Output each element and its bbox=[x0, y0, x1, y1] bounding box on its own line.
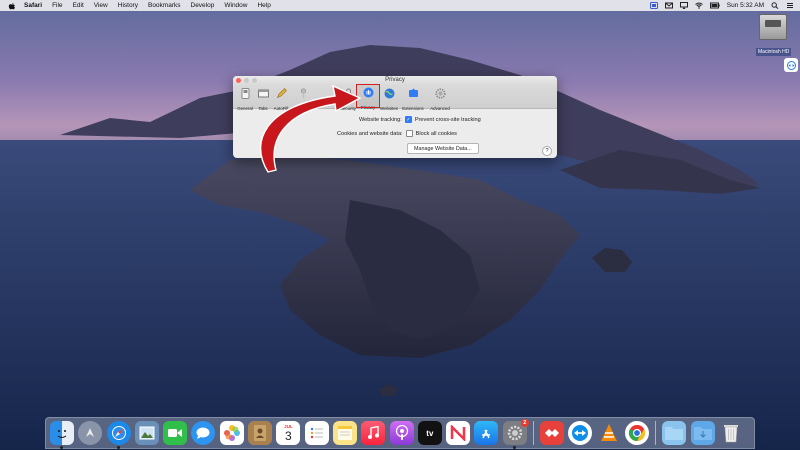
downloads-folder-icon[interactable] bbox=[690, 421, 715, 445]
mail-icon[interactable] bbox=[664, 2, 673, 9]
calendar-day: 3 bbox=[285, 429, 292, 443]
menu-help[interactable]: Help bbox=[257, 2, 270, 9]
apple-menu-icon[interactable] bbox=[8, 2, 16, 10]
preview-icon[interactable] bbox=[134, 421, 159, 445]
menu-bookmarks[interactable]: Bookmarks bbox=[148, 2, 181, 9]
tab-autofill[interactable]: AutoFill bbox=[270, 86, 292, 111]
messages-icon[interactable] bbox=[191, 421, 216, 445]
menu-view[interactable]: View bbox=[94, 2, 108, 9]
trash-icon[interactable] bbox=[719, 421, 743, 445]
menu-file[interactable]: File bbox=[52, 2, 62, 9]
photos-icon[interactable] bbox=[219, 421, 244, 445]
tab-privacy[interactable]: Privacy bbox=[356, 84, 380, 110]
tab-passwords[interactable]: Pa bbox=[292, 86, 314, 111]
running-indicator bbox=[116, 446, 120, 449]
cast-icon[interactable] bbox=[679, 2, 688, 9]
chrome-icon[interactable] bbox=[624, 421, 649, 445]
calendar-icon[interactable]: JUL 3 bbox=[276, 421, 301, 445]
status-area: Sun 5:32 AM bbox=[649, 0, 794, 11]
menu-edit[interactable]: Edit bbox=[73, 2, 84, 9]
wifi-icon[interactable] bbox=[694, 2, 703, 9]
dock-separator bbox=[533, 421, 535, 445]
tracking-row: Website tracking: ✓ Prevent cross-site t… bbox=[359, 116, 481, 123]
app-menu[interactable]: Safari bbox=[24, 2, 42, 9]
clock[interactable]: Sun 5:32 AM bbox=[727, 2, 764, 9]
key-icon bbox=[300, 88, 306, 99]
pencil-icon bbox=[276, 88, 287, 99]
preferences-toolbar: General Tabs AutoFill Pa Security Privac… bbox=[233, 84, 557, 111]
launchpad-icon[interactable] bbox=[78, 421, 103, 445]
cookies-row: Cookies and website data: Block all cook… bbox=[337, 130, 457, 137]
menu-bar: Safari File Edit View History Bookmarks … bbox=[0, 0, 800, 11]
system-preferences-icon[interactable]: 2 bbox=[502, 419, 529, 449]
teamviewer-icon[interactable] bbox=[568, 421, 593, 445]
tab-advanced[interactable]: Advanced bbox=[429, 86, 451, 111]
menu-history[interactable]: History bbox=[118, 2, 138, 9]
desktop-wallpaper bbox=[0, 45, 800, 450]
menu-develop[interactable]: Develop bbox=[191, 2, 215, 9]
vlc-icon[interactable] bbox=[597, 421, 621, 445]
menu-window[interactable]: Window bbox=[224, 2, 247, 9]
contacts-icon[interactable] bbox=[248, 421, 273, 445]
apple-tv-icon[interactable]: tv bbox=[417, 421, 442, 445]
podcasts-icon[interactable] bbox=[389, 421, 414, 445]
running-indicator bbox=[512, 446, 516, 449]
general-switch-icon bbox=[241, 88, 249, 99]
tabs-icon bbox=[257, 89, 269, 98]
list-menu-icon[interactable] bbox=[786, 2, 794, 9]
hard-drive-icon bbox=[759, 14, 787, 40]
screenshot-icon[interactable] bbox=[649, 2, 658, 9]
window-titlebar: Privacy bbox=[233, 76, 557, 85]
block-cookies-checkbox[interactable] bbox=[405, 130, 413, 137]
manage-website-data-button[interactable]: Manage Website Data... bbox=[407, 143, 479, 154]
music-icon[interactable] bbox=[361, 421, 386, 445]
gear-icon bbox=[434, 88, 446, 99]
app-store-icon[interactable] bbox=[474, 421, 499, 445]
dock-separator bbox=[655, 421, 657, 445]
teamviewer-side-icon[interactable] bbox=[784, 58, 798, 72]
drive-label: Macintosh HD bbox=[756, 48, 792, 56]
apple-tv-label: tv bbox=[426, 428, 434, 438]
window-title: Privacy bbox=[385, 77, 405, 83]
reminders-icon[interactable] bbox=[304, 421, 329, 445]
running-indicator bbox=[60, 446, 63, 449]
safari-icon[interactable] bbox=[106, 421, 131, 449]
applications-folder-icon[interactable] bbox=[662, 421, 687, 445]
help-button[interactable]: ? bbox=[542, 146, 552, 156]
website-tracking-label: Website tracking: bbox=[359, 116, 402, 123]
facetime-icon[interactable] bbox=[163, 421, 188, 445]
spotlight-search-icon[interactable] bbox=[771, 2, 779, 9]
block-cookies-label[interactable]: Block all cookies bbox=[416, 131, 457, 137]
privacy-pane: Website tracking: ✓ Prevent cross-site t… bbox=[233, 109, 557, 158]
news-icon[interactable] bbox=[446, 421, 471, 445]
cookies-label: Cookies and website data: bbox=[337, 130, 403, 137]
tab-websites[interactable]: Websites bbox=[378, 86, 400, 111]
tab-security[interactable]: Security bbox=[337, 86, 359, 111]
finder-icon[interactable] bbox=[50, 421, 74, 449]
safari-preferences-window: Privacy General Tabs AutoFill Pa Securit… bbox=[233, 76, 557, 158]
prevent-tracking-label[interactable]: Prevent cross-site tracking bbox=[415, 117, 481, 123]
anydesk-icon[interactable] bbox=[540, 421, 565, 445]
battery-icon[interactable] bbox=[709, 2, 720, 9]
prevent-tracking-checkbox[interactable]: ✓ bbox=[404, 116, 412, 123]
tab-extensions[interactable]: Extensions bbox=[402, 86, 424, 111]
dock: JUL 3 tv 2 bbox=[45, 417, 755, 449]
notification-badge: 2 bbox=[520, 419, 529, 427]
notes-icon[interactable] bbox=[332, 421, 357, 445]
hand-icon bbox=[363, 87, 373, 98]
globe-icon bbox=[384, 88, 394, 99]
lock-icon bbox=[344, 88, 352, 98]
macintosh-hd-desktop-icon[interactable]: Macintosh HD bbox=[756, 14, 792, 58]
puzzle-icon bbox=[408, 88, 418, 97]
